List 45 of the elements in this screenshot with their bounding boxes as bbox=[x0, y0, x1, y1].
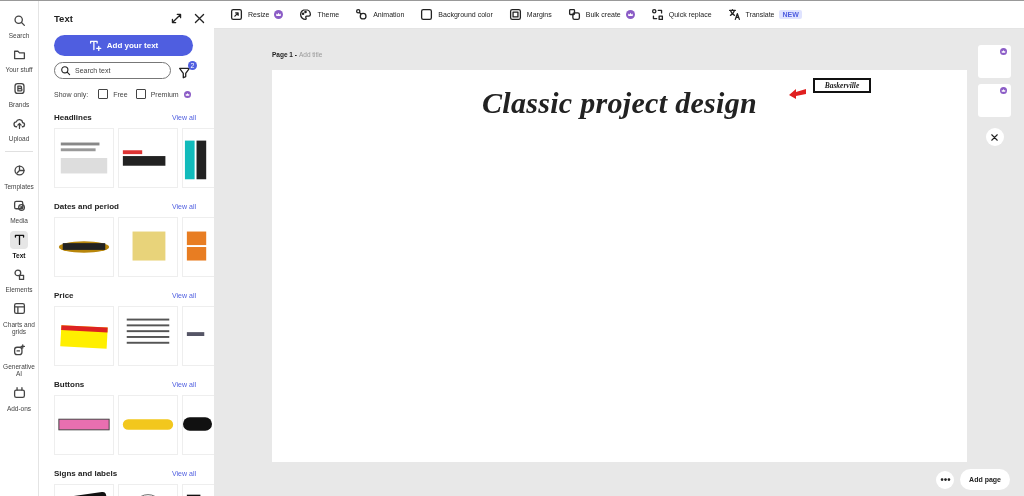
checkbox[interactable] bbox=[98, 89, 109, 99]
resize-icon bbox=[230, 8, 243, 21]
grid-icon bbox=[12, 302, 26, 316]
translate-icon bbox=[727, 8, 741, 21]
search-icon bbox=[12, 13, 26, 27]
filter-icon bbox=[178, 66, 191, 79]
page-thumbnail[interactable] bbox=[978, 84, 1011, 117]
section-title: Dates and period bbox=[54, 201, 119, 211]
close-icon bbox=[989, 131, 1000, 143]
margins-icon bbox=[508, 8, 522, 21]
animation-icon bbox=[355, 8, 369, 21]
text-add-icon bbox=[88, 39, 102, 52]
template-thumbnail[interactable] bbox=[118, 395, 178, 455]
search-icon bbox=[60, 64, 71, 76]
section-title: Headlines bbox=[54, 112, 92, 122]
arrow-icon bbox=[789, 87, 807, 99]
template-thumbnail[interactable] bbox=[54, 395, 114, 455]
close-button[interactable] bbox=[985, 128, 1004, 146]
upload-icon bbox=[12, 116, 26, 130]
expand-button[interactable] bbox=[170, 11, 183, 25]
more-button[interactable] bbox=[936, 470, 955, 489]
heading-text: Classic project design bbox=[482, 85, 757, 121]
template-thumbnail[interactable] bbox=[118, 128, 178, 188]
template-thumbnail[interactable] bbox=[54, 217, 114, 277]
close-icon bbox=[193, 11, 206, 25]
square-icon bbox=[420, 8, 434, 21]
expand-icon bbox=[170, 11, 183, 25]
text-icon bbox=[12, 233, 26, 247]
section-title: Buttons bbox=[54, 379, 85, 389]
media-icon bbox=[12, 198, 26, 212]
add-text-button[interactable]: Add your text bbox=[54, 35, 193, 56]
page-thumbnail[interactable] bbox=[978, 45, 1011, 78]
template-thumbnail[interactable] bbox=[54, 306, 114, 366]
panel-title: Text bbox=[54, 12, 73, 24]
checkbox[interactable] bbox=[135, 89, 146, 99]
template-thumbnail[interactable] bbox=[118, 306, 178, 366]
palette-icon bbox=[299, 8, 313, 21]
section-title: Signs and labels bbox=[54, 468, 118, 478]
brand-icon bbox=[12, 82, 26, 96]
close-button[interactable] bbox=[193, 11, 206, 25]
section-title: Price bbox=[54, 290, 74, 300]
replace-icon bbox=[650, 8, 664, 21]
template-thumbnail[interactable] bbox=[118, 217, 178, 277]
elements-icon bbox=[12, 267, 26, 281]
template-thumbnail[interactable] bbox=[54, 128, 114, 188]
